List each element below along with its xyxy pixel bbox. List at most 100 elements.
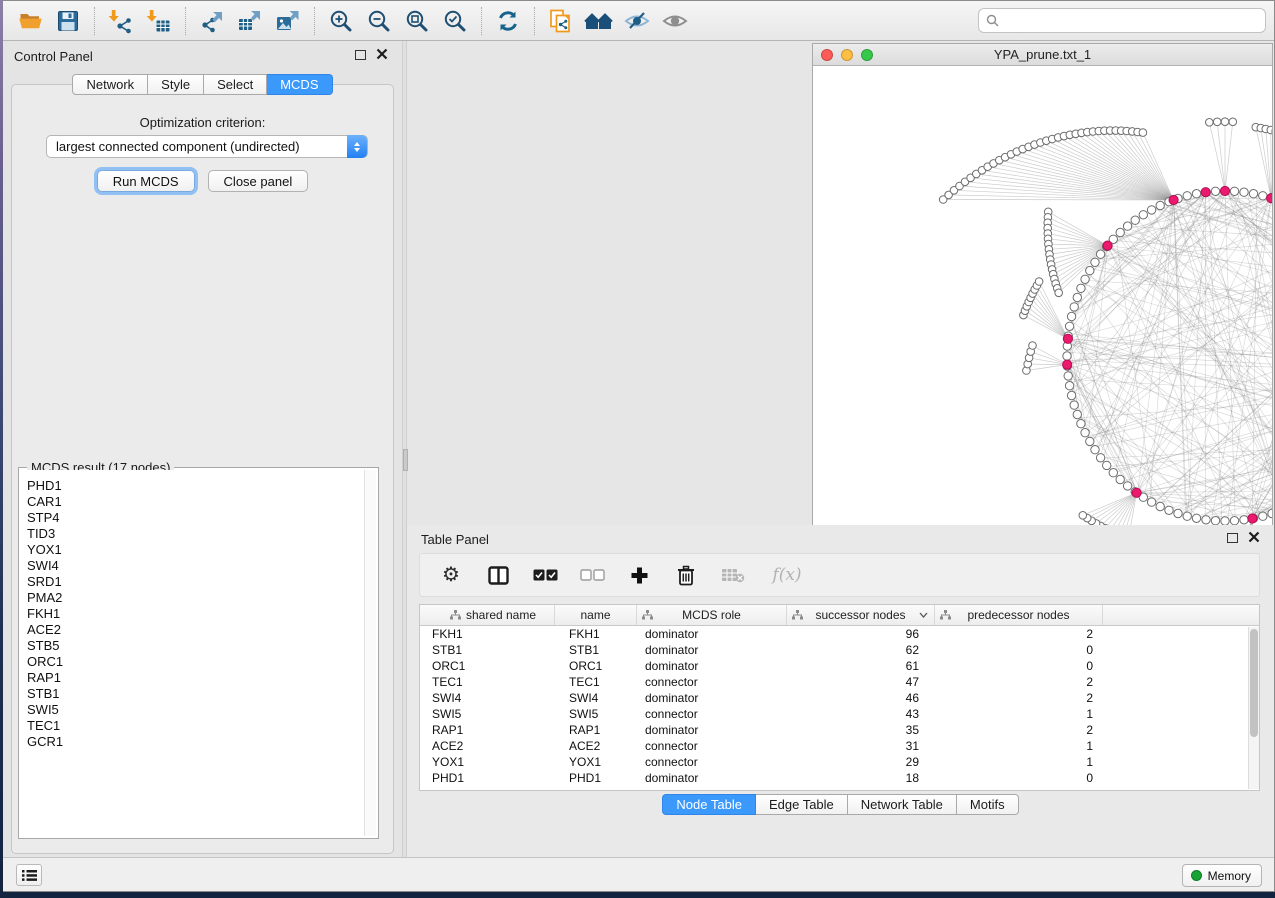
table-row[interactable]: ORC1ORC1dominator610 bbox=[420, 658, 1259, 674]
import-table-button[interactable] bbox=[142, 5, 176, 37]
table-cell[interactable]: PHD1 bbox=[420, 770, 555, 786]
table-row[interactable]: STB1STB1dominator620 bbox=[420, 642, 1259, 658]
network-node[interactable] bbox=[1174, 509, 1182, 517]
network-node[interactable] bbox=[1116, 228, 1124, 236]
network-node[interactable] bbox=[1067, 312, 1075, 320]
network-node[interactable] bbox=[1259, 512, 1267, 520]
zoom-fit-button[interactable] bbox=[400, 5, 434, 37]
network-node[interactable] bbox=[1109, 469, 1117, 477]
dominator-node[interactable] bbox=[1063, 334, 1072, 343]
mcds-result-item[interactable]: SRD1 bbox=[21, 574, 376, 590]
network-node[interactable] bbox=[1067, 391, 1075, 399]
table-cell[interactable] bbox=[1103, 706, 1259, 722]
network-node[interactable] bbox=[1086, 266, 1094, 274]
table-cell[interactable]: YOX1 bbox=[420, 754, 555, 770]
table-cell[interactable]: connector bbox=[637, 674, 787, 690]
table-row[interactable]: ACE2ACE2connector311 bbox=[420, 738, 1259, 754]
table-cell[interactable]: PHD1 bbox=[555, 770, 637, 786]
table-cell[interactable]: 62 bbox=[787, 642, 935, 658]
float-panel-icon[interactable] bbox=[355, 50, 366, 60]
table-cell[interactable] bbox=[1103, 674, 1259, 690]
export-network-button[interactable] bbox=[195, 5, 229, 37]
network-node[interactable] bbox=[1240, 188, 1248, 196]
network-node[interactable] bbox=[1230, 517, 1238, 525]
tab-node-table[interactable]: Node Table bbox=[662, 794, 756, 815]
leaf-node[interactable] bbox=[1221, 118, 1229, 126]
first-neighbors-button[interactable] bbox=[582, 5, 616, 37]
table-cell[interactable]: RAP1 bbox=[555, 722, 637, 738]
network-node[interactable] bbox=[1091, 446, 1099, 454]
mcds-result-item[interactable]: PHD1 bbox=[21, 478, 376, 494]
tab-motifs[interactable]: Motifs bbox=[957, 794, 1019, 815]
run-mcds-button[interactable]: Run MCDS bbox=[97, 170, 195, 192]
show-all-button[interactable] bbox=[658, 5, 692, 37]
mcds-list-scrollbar[interactable] bbox=[364, 470, 376, 836]
network-node[interactable] bbox=[1131, 216, 1139, 224]
leaf-node[interactable] bbox=[1055, 289, 1063, 297]
zoom-selected-button[interactable] bbox=[438, 5, 472, 37]
table-cell[interactable] bbox=[1103, 754, 1259, 770]
network-node[interactable] bbox=[1211, 517, 1219, 525]
search-input[interactable] bbox=[1004, 14, 1258, 28]
network-node[interactable] bbox=[1063, 352, 1071, 360]
leaf-node[interactable] bbox=[1267, 126, 1272, 134]
mcds-result-item[interactable]: PMA2 bbox=[21, 590, 376, 606]
zoom-out-button[interactable] bbox=[362, 5, 396, 37]
network-node[interactable] bbox=[1123, 222, 1131, 230]
table-cell[interactable] bbox=[1103, 770, 1259, 786]
table-scrollbar[interactable] bbox=[1248, 627, 1259, 789]
network-node[interactable] bbox=[1240, 516, 1248, 524]
table-cell[interactable]: 29 bbox=[787, 754, 935, 770]
table-cell[interactable]: 43 bbox=[787, 706, 935, 722]
table-row[interactable]: SWI5SWI5connector431 bbox=[420, 706, 1259, 722]
save-session-button[interactable] bbox=[51, 5, 85, 37]
table-cell[interactable]: dominator bbox=[637, 770, 787, 786]
table-cell[interactable]: 46 bbox=[787, 690, 935, 706]
table-cell[interactable]: 1 bbox=[935, 738, 1103, 754]
mcds-result-item[interactable]: YOX1 bbox=[21, 542, 376, 558]
network-node[interactable] bbox=[1081, 429, 1089, 437]
network-node[interactable] bbox=[1156, 502, 1164, 510]
table-cell[interactable]: ORC1 bbox=[555, 658, 637, 674]
table-row[interactable]: YOX1YOX1connector291 bbox=[420, 754, 1259, 770]
table-cell[interactable]: STB1 bbox=[555, 642, 637, 658]
network-node[interactable] bbox=[1211, 187, 1219, 195]
close-panel-button[interactable]: Close panel bbox=[208, 170, 309, 192]
select-all-columns-button[interactable] bbox=[530, 560, 560, 590]
table-cell[interactable]: dominator bbox=[637, 658, 787, 674]
table-cell[interactable]: 47 bbox=[787, 674, 935, 690]
leaf-node[interactable] bbox=[1213, 118, 1221, 126]
leaf-node[interactable] bbox=[1029, 342, 1037, 350]
table-cell[interactable]: 2 bbox=[935, 674, 1103, 690]
duplicate-network-button[interactable] bbox=[544, 5, 578, 37]
column-header-shared-name[interactable]: shared name bbox=[420, 605, 555, 625]
network-node[interactable] bbox=[1123, 482, 1131, 490]
network-node[interactable] bbox=[1147, 498, 1155, 506]
tab-network[interactable]: Network bbox=[72, 74, 148, 95]
table-cell[interactable]: connector bbox=[637, 706, 787, 722]
network-node[interactable] bbox=[1230, 187, 1238, 195]
network-titlebar[interactable]: YPA_prune.txt_1 bbox=[813, 44, 1272, 66]
column-header-name[interactable]: name bbox=[555, 605, 637, 625]
refresh-button[interactable] bbox=[491, 5, 525, 37]
table-row[interactable]: TEC1TEC1connector472 bbox=[420, 674, 1259, 690]
network-node[interactable] bbox=[1064, 372, 1072, 380]
leaf-node[interactable] bbox=[1035, 278, 1043, 286]
table-cell[interactable] bbox=[1103, 658, 1259, 674]
network-node[interactable] bbox=[1073, 410, 1081, 418]
task-history-button[interactable] bbox=[16, 864, 42, 886]
dominator-node[interactable] bbox=[1103, 241, 1112, 250]
dominator-node[interactable] bbox=[1063, 360, 1072, 369]
dominator-node[interactable] bbox=[1267, 194, 1272, 203]
network-node[interactable] bbox=[1165, 506, 1173, 514]
table-cell[interactable]: 0 bbox=[935, 770, 1103, 786]
table-row[interactable]: RAP1RAP1dominator352 bbox=[420, 722, 1259, 738]
network-node[interactable] bbox=[1096, 250, 1104, 258]
zoom-in-button[interactable] bbox=[324, 5, 358, 37]
open-file-button[interactable] bbox=[13, 5, 47, 37]
tab-style[interactable]: Style bbox=[148, 74, 204, 95]
table-cell[interactable] bbox=[1103, 738, 1259, 754]
table-cell[interactable]: FKH1 bbox=[555, 626, 637, 642]
network-canvas[interactable] bbox=[813, 66, 1272, 563]
table-cell[interactable]: connector bbox=[637, 754, 787, 770]
